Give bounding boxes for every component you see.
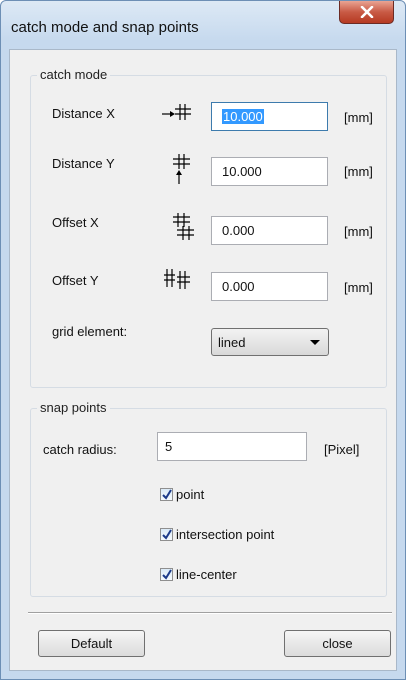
point-label: point: [176, 487, 205, 502]
dialog-client-area: catch mode Distance X 10.000 [mm] Distan…: [9, 49, 397, 671]
close-button[interactable]: close: [284, 630, 391, 657]
offset-x-unit: [mm]: [344, 224, 373, 239]
check-icon: [162, 489, 172, 500]
window-close-button[interactable]: [339, 1, 394, 24]
check-icon: [162, 529, 172, 540]
check-icon: [162, 569, 172, 580]
intersection-point-label: intersection point: [176, 527, 275, 542]
distance-x-input[interactable]: 10.000: [211, 102, 328, 131]
catch-mode-legend: catch mode: [37, 67, 111, 82]
point-checkbox[interactable]: point: [160, 487, 204, 502]
grid-offset-x-icon: [173, 213, 194, 240]
catch-radius-unit: [Pixel]: [324, 442, 360, 457]
offset-y-value: 0.000: [222, 279, 255, 294]
checkbox-box[interactable]: [160, 568, 173, 581]
offset-y-unit: [mm]: [344, 280, 373, 295]
checkbox-box[interactable]: [160, 528, 173, 541]
distance-y-input[interactable]: 10.000: [211, 157, 328, 186]
close-icon: [360, 6, 374, 18]
offset-y-input[interactable]: 0.000: [211, 272, 328, 301]
offset-x-value: 0.000: [222, 223, 255, 238]
offset-y-label: Offset Y: [52, 273, 99, 288]
distance-y-unit: [mm]: [344, 164, 373, 179]
checkbox-box[interactable]: [160, 488, 173, 501]
window-title: catch mode and snap points: [11, 19, 199, 36]
grid-arrow-x-icon: [162, 104, 191, 120]
grid-element-select[interactable]: lined: [211, 328, 329, 356]
grid-element-selected-value: lined: [218, 335, 246, 350]
dialog-window: catch mode and snap points catch mode Di…: [0, 0, 406, 680]
catch-radius-label: catch radius:: [43, 442, 117, 457]
distance-x-label: Distance X: [52, 106, 115, 121]
line-center-checkbox[interactable]: line-center: [160, 567, 237, 582]
catch-radius-input[interactable]: 5: [157, 432, 307, 461]
line-center-label: line-center: [176, 567, 237, 582]
distance-x-unit: [mm]: [344, 110, 373, 125]
distance-y-label: Distance Y: [52, 156, 115, 171]
grid-offset-y-icon: [164, 269, 190, 289]
grid-element-label: grid element:: [52, 324, 128, 339]
offset-x-label: Offset X: [52, 215, 99, 230]
distance-x-value: 10.000: [222, 109, 264, 124]
offset-x-input[interactable]: 0.000: [211, 216, 328, 245]
catch-mode-group: catch mode: [30, 67, 387, 388]
separator: [28, 612, 392, 614]
grid-arrow-y-icon: [173, 154, 190, 184]
distance-y-value: 10.000: [222, 164, 262, 179]
default-button[interactable]: Default: [38, 630, 145, 657]
catch-radius-value: 5: [165, 439, 173, 454]
intersection-point-checkbox[interactable]: intersection point: [160, 527, 274, 542]
snap-points-legend: snap points: [37, 400, 110, 415]
chevron-down-icon: [310, 340, 320, 345]
